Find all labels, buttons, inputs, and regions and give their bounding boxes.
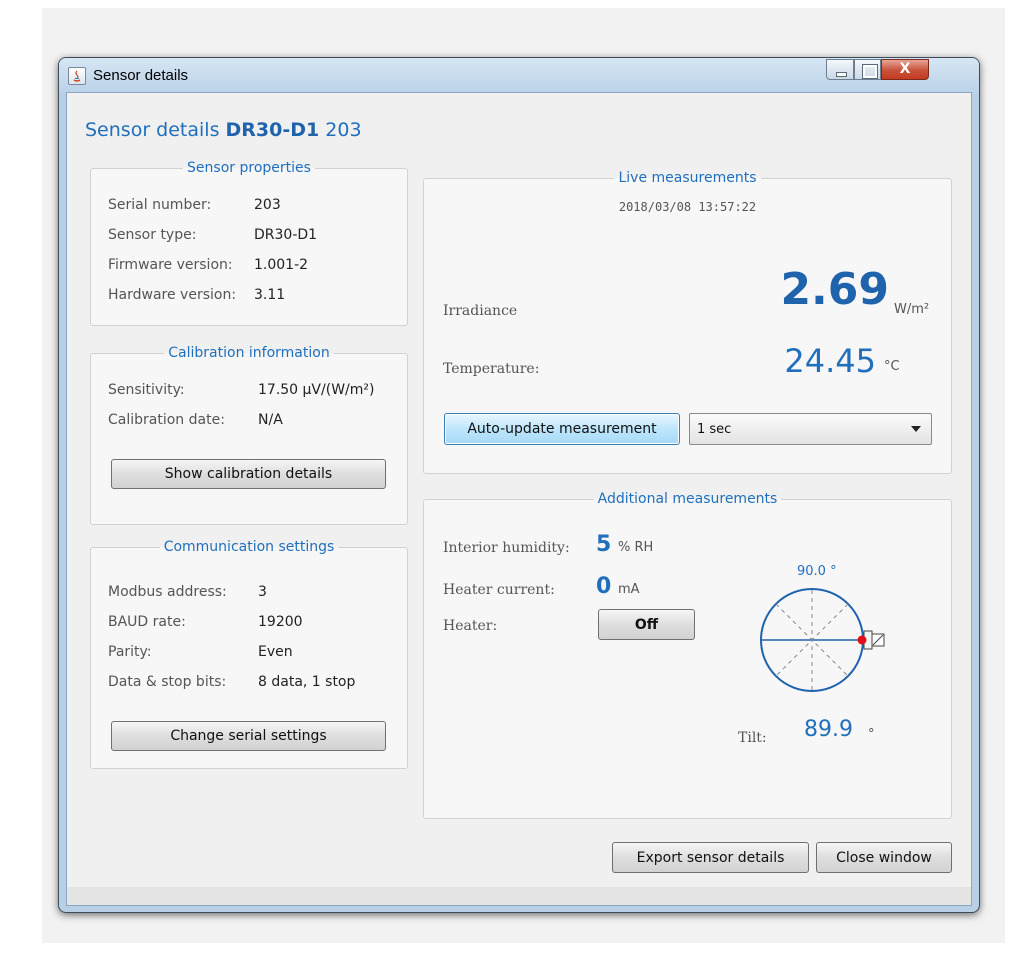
temperature-unit: °C (884, 359, 900, 374)
property-value: 3 (258, 584, 267, 600)
java-app-icon (68, 67, 86, 85)
export-sensor-details-button[interactable]: Export sensor details (612, 842, 809, 873)
heading-model: DR30-D1 (225, 119, 320, 141)
tilt-unit: ° (868, 727, 875, 742)
property-label: Sensitivity: (108, 382, 185, 398)
irradiance-label: Irradiance (443, 303, 518, 319)
tilt-indicator-dot (857, 635, 867, 645)
tilt-label: Tilt: (738, 730, 767, 746)
humidity-label: Interior humidity: (443, 540, 570, 556)
tilt-gauge (760, 588, 885, 692)
measurement-timestamp: 2018/03/08 13:57:22 (618, 200, 757, 214)
calibration-group: Calibration information Sensitivity: 17.… (90, 345, 408, 525)
heater-current-unit: mA (618, 582, 640, 597)
temperature-value: 24.45 (784, 342, 876, 380)
tilt-gauge-label: 90.0 ° (797, 564, 837, 579)
live-measurements-legend: Live measurements (618, 170, 757, 186)
communication-settings-group: Communication settings Modbus address: 3… (90, 539, 408, 769)
property-row: Hardware version: 3.11 (91, 287, 407, 307)
property-label: Parity: (108, 644, 152, 660)
property-label: Data & stop bits: (108, 674, 227, 690)
calibration-legend: Calibration information (168, 345, 330, 361)
property-label: Modbus address: (108, 584, 227, 600)
property-label: Serial number: (108, 197, 212, 213)
chevron-down-icon (911, 426, 921, 432)
heading-serial: 203 (325, 119, 362, 141)
update-interval-value: 1 sec (697, 422, 732, 437)
property-row: Firmware version: 1.001-2 (91, 257, 407, 277)
sensitivity-value: 17.50 µV/(W/m²) (258, 382, 375, 398)
property-value: Even (258, 644, 293, 660)
maximize-button[interactable] (854, 59, 881, 80)
heater-label: Heater: (443, 618, 498, 634)
change-serial-settings-button[interactable]: Change serial settings (111, 721, 386, 751)
temperature-label: Temperature: (443, 361, 540, 377)
property-value: DR30-D1 (254, 227, 318, 243)
property-row: Data & stop bits: 8 data, 1 stop (91, 674, 407, 694)
humidity-value: 5 (596, 532, 612, 557)
humidity-unit: % RH (618, 540, 654, 555)
property-label: BAUD rate: (108, 614, 186, 630)
tilt-value: 89.9 (804, 717, 853, 742)
additional-measurements-legend: Additional measurements (597, 491, 778, 507)
property-value: 1.001-2 (254, 257, 309, 273)
property-row: Calibration date: N/A (91, 412, 407, 432)
auto-update-measurement-button[interactable]: Auto-update measurement (444, 413, 680, 445)
sensor-details-window: Sensor details X Sensor details DR30-D1 … (58, 57, 980, 913)
property-row: Modbus address: 3 (91, 584, 407, 604)
property-value: 203 (254, 197, 281, 213)
update-interval-select[interactable]: 1 sec (689, 413, 932, 445)
page-heading: Sensor details DR30-D1 203 (85, 119, 362, 141)
property-label: Calibration date: (108, 412, 225, 428)
property-row: Sensitivity: 17.50 µV/(W/m²) (91, 382, 407, 402)
minimize-button[interactable] (826, 59, 854, 80)
property-row: Serial number: 203 (91, 197, 407, 217)
window-content: Sensor details DR30-D1 203 Sensor proper… (66, 92, 972, 906)
property-value: 8 data, 1 stop (258, 674, 356, 690)
property-row: BAUD rate: 19200 (91, 614, 407, 634)
communication-legend: Communication settings (163, 539, 335, 555)
sensor-properties-legend: Sensor properties (187, 160, 311, 176)
property-row: Parity: Even (91, 644, 407, 664)
property-value: 19200 (258, 614, 303, 630)
property-label: Sensor type: (108, 227, 197, 243)
heater-current-label: Heater current: (443, 582, 555, 598)
property-row: Sensor type: DR30-D1 (91, 227, 407, 247)
property-label: Firmware version: (108, 257, 233, 273)
status-strip (67, 887, 971, 905)
title-bar[interactable]: Sensor details X (59, 58, 979, 92)
property-value: 3.11 (254, 287, 286, 303)
heading-prefix: Sensor details (85, 119, 220, 141)
window-title: Sensor details (93, 67, 189, 84)
sensor-properties-group: Sensor properties Serial number: 203 Sen… (90, 160, 408, 326)
additional-measurements-group: Additional measurements Interior humidit… (423, 491, 952, 819)
heater-current-value: 0 (596, 574, 612, 599)
live-measurements-group: Live measurements 2018/03/08 13:57:22 Ir… (423, 170, 952, 474)
close-icon: X (899, 61, 911, 77)
irradiance-value: 2.69 (780, 264, 889, 315)
irradiance-unit: W/m² (894, 302, 930, 317)
property-label: Hardware version: (108, 287, 237, 303)
calibration-date-value: N/A (258, 412, 283, 428)
show-calibration-details-button[interactable]: Show calibration details (111, 459, 386, 489)
close-window-control[interactable]: X (881, 59, 929, 80)
heater-toggle-button[interactable]: Off (598, 609, 695, 640)
close-window-button[interactable]: Close window (816, 842, 952, 873)
